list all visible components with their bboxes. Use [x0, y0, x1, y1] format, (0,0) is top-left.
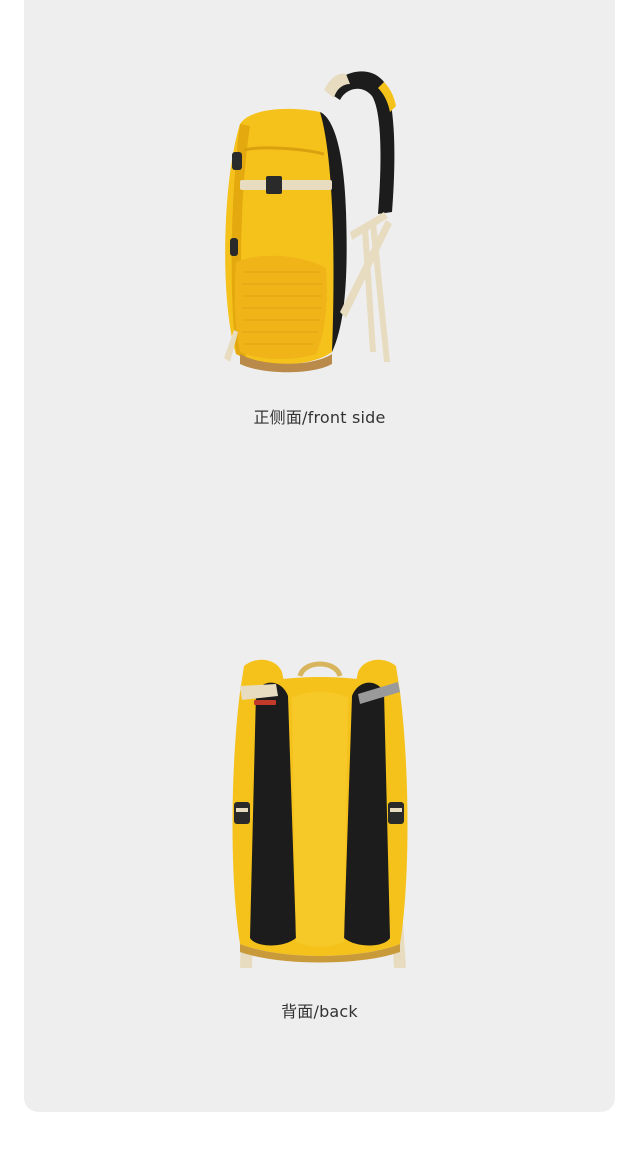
back-view-image	[24, 652, 615, 972]
product-detail-panel: 正侧面/front side 背面/back	[24, 0, 615, 1112]
side-view-image	[24, 62, 615, 382]
backpack-side-illustration	[223, 71, 396, 373]
back-view-caption: 背面/back	[281, 1002, 358, 1021]
side-view-caption: 正侧面/front side	[253, 408, 386, 427]
backpack-back-illustration	[232, 659, 407, 968]
